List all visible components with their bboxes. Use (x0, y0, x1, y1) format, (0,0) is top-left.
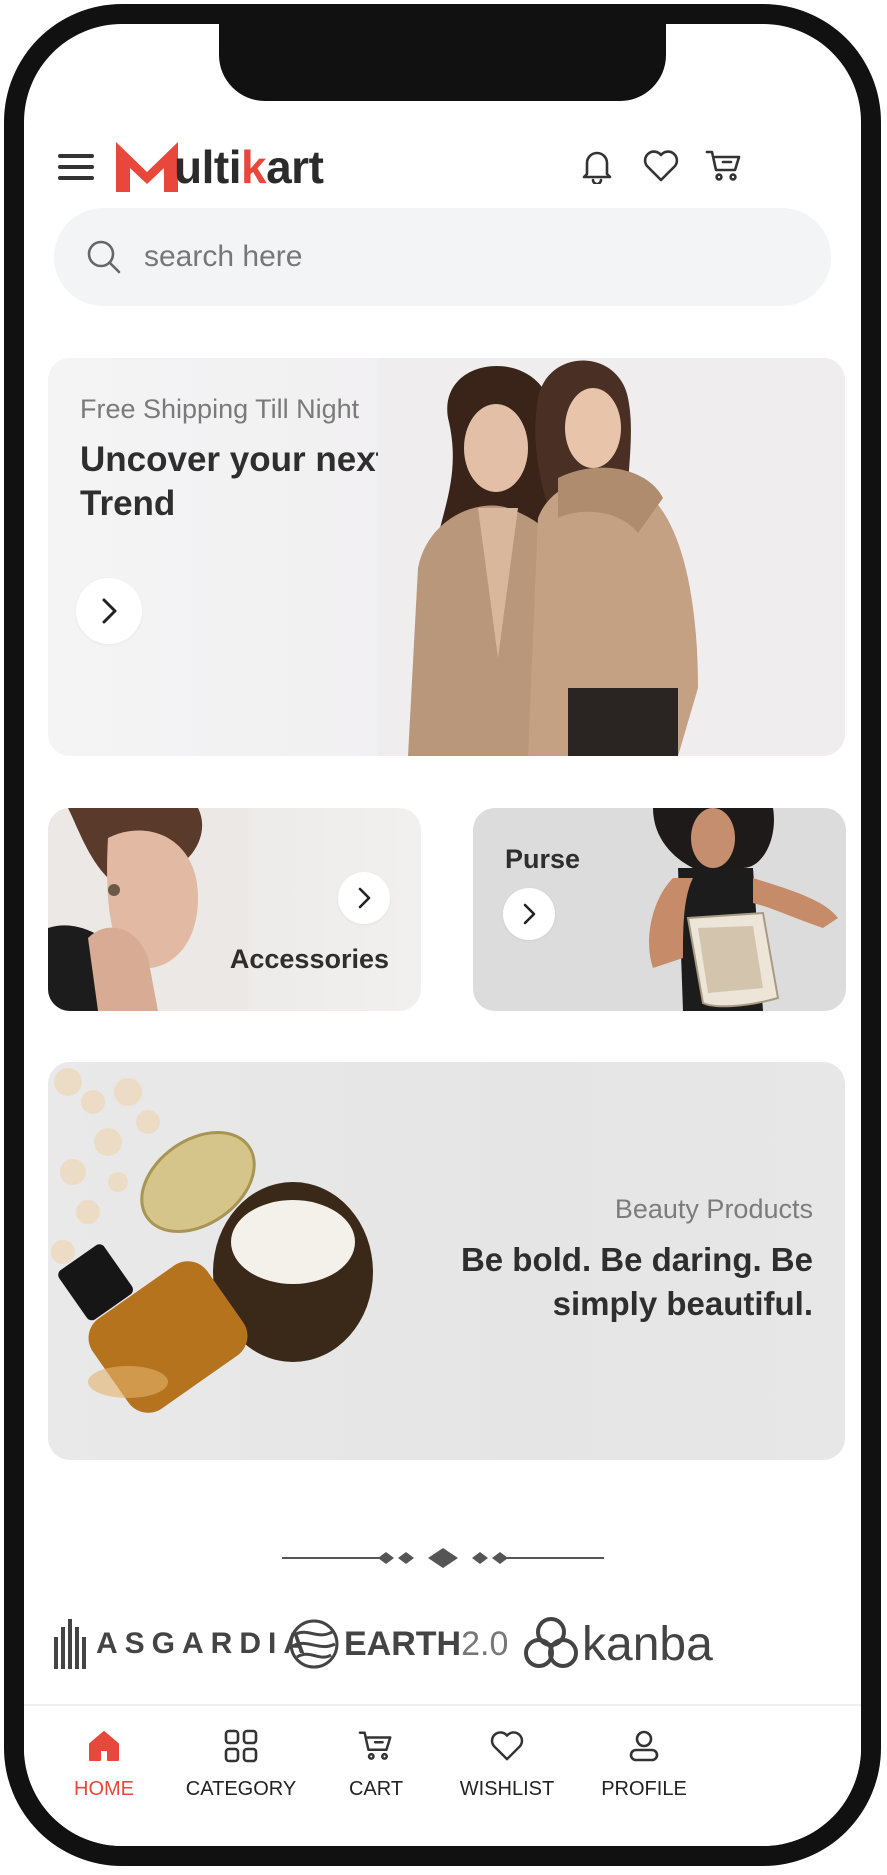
hero-subtitle: Free Shipping Till Night (80, 394, 360, 424)
accessories-model-image (48, 808, 248, 1011)
purse-model-image (649, 808, 838, 1011)
kanba-logo-icon (524, 1617, 578, 1668)
category-card-accessories[interactable]: Accessories (48, 808, 421, 1011)
beauty-subtitle: Beauty Products (614, 1194, 813, 1224)
app-screen: ultikart Free Shipping Till Night Uncove… (24, 24, 861, 1846)
chevron-right-icon (358, 887, 371, 909)
accessories-arrow-button[interactable] (338, 872, 390, 924)
bell-icon[interactable] (577, 146, 617, 186)
bottom-navigation: HOME CATEGORY CART WISHLIST PROFILE (24, 1704, 861, 1846)
device-frame: ultikart Free Shipping Till Night Uncove… (0, 0, 887, 1875)
brand-kanba-name: kanba (582, 1617, 713, 1671)
brand-earth-version: 2.0 (461, 1624, 509, 1663)
cart-icon (356, 1726, 396, 1766)
brand-earth[interactable]: EARTH 2.0 (288, 1608, 508, 1680)
brand-earth-name: EARTH (344, 1624, 462, 1663)
home-icon (84, 1726, 124, 1766)
logo-text: ultikart (174, 141, 324, 193)
nav-wishlist[interactable]: WISHLIST (427, 1726, 587, 1826)
nav-profile[interactable]: PROFILE (564, 1726, 724, 1826)
nav-cart-label: CART (348, 1778, 404, 1800)
asgardia-logo-icon (54, 1619, 86, 1669)
beauty-banner[interactable]: Beauty Products Be bold. Be daring. Be s… (48, 1062, 845, 1460)
category-label-purse: Purse (505, 844, 581, 874)
app-header: ultikart (24, 124, 861, 192)
heart-icon (487, 1726, 527, 1766)
ornament-divider (282, 1548, 604, 1568)
chevron-right-icon (523, 903, 536, 925)
app-logo[interactable]: ultikart (116, 141, 324, 193)
heart-icon[interactable] (641, 146, 681, 186)
category-label-accessories: Accessories (229, 944, 389, 974)
brand-asgardia-name: ASGARDIA (96, 1627, 313, 1660)
nav-home[interactable]: HOME (24, 1726, 184, 1826)
purse-arrow-button[interactable] (503, 888, 555, 940)
user-icon (624, 1726, 664, 1766)
grid-icon (221, 1726, 261, 1766)
hero-banner[interactable]: Free Shipping Till Night Uncover your ne… (48, 358, 845, 756)
chevron-right-icon (102, 598, 117, 624)
nav-home-label: HOME (74, 1778, 134, 1800)
earth-globe-icon (289, 1619, 339, 1669)
menu-icon[interactable] (58, 154, 94, 180)
beauty-products-image (51, 1068, 373, 1413)
phone-notch (219, 24, 666, 101)
hero-title: Uncover your next Trend (80, 440, 388, 523)
logo-m-mark (116, 142, 178, 192)
beauty-title: Be bold. Be daring. Be simply beautiful. (460, 1241, 813, 1322)
brand-kanba[interactable]: kanba (522, 1608, 713, 1680)
search-bar (54, 208, 831, 306)
search-icon (87, 240, 121, 274)
phone-body: ultikart Free Shipping Till Night Uncove… (4, 4, 881, 1866)
nav-category-label: CATEGORY (185, 1778, 297, 1800)
nav-wishlist-label: WISHLIST (459, 1778, 555, 1800)
cart-icon[interactable] (704, 146, 744, 186)
category-card-purse[interactable]: Purse (473, 808, 846, 1011)
nav-profile-label: PROFILE (601, 1778, 687, 1800)
search-input[interactable] (142, 239, 766, 275)
brand-asgardia[interactable]: ASGARDIA (54, 1608, 312, 1680)
hero-arrow-button[interactable] (76, 578, 142, 644)
hero-models-image (378, 358, 845, 756)
